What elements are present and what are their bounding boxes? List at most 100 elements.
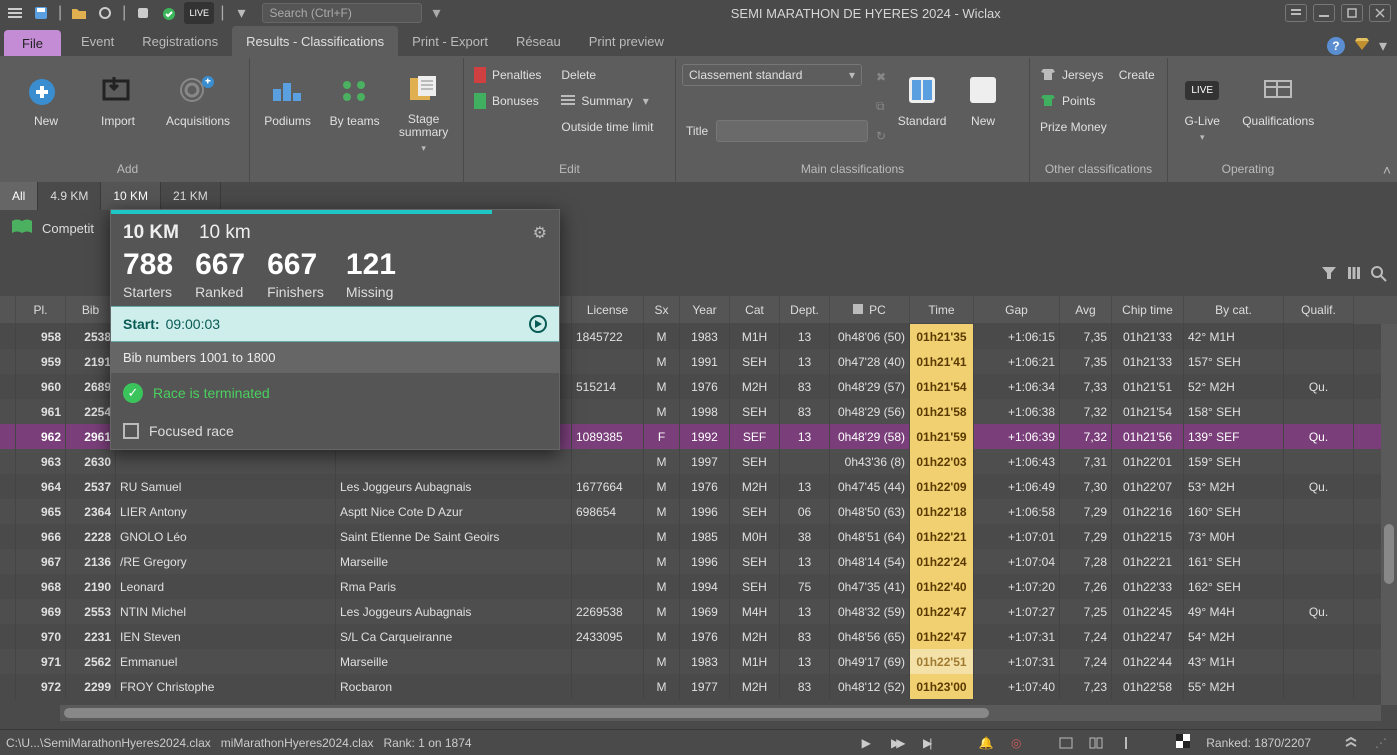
- horizontal-scrollbar[interactable]: [60, 705, 1381, 721]
- distance-tab-2[interactable]: 21 KM: [161, 182, 221, 210]
- open-folder-icon[interactable]: [68, 2, 90, 24]
- distance-tab-all[interactable]: All: [0, 182, 38, 210]
- close-button[interactable]: [1369, 4, 1391, 22]
- column-header[interactable]: Avg: [1060, 296, 1112, 324]
- stage-summary-button[interactable]: Stage summary ▾: [390, 62, 457, 154]
- chevron-down-icon[interactable]: ▾: [1379, 36, 1387, 56]
- chevron-down-icon[interactable]: ▾: [230, 2, 252, 24]
- columns-icon[interactable]: [1347, 266, 1361, 287]
- bell-icon[interactable]: 🔔: [976, 733, 996, 753]
- play-icon[interactable]: [529, 315, 547, 333]
- ffwd-icon[interactable]: ▶▶: [886, 733, 906, 753]
- standard-view-button[interactable]: Standard: [890, 62, 954, 154]
- skip-icon[interactable]: ▶|: [916, 733, 936, 753]
- jerseys-button[interactable]: Jerseys: [1036, 64, 1111, 86]
- import-button[interactable]: Import: [84, 62, 152, 154]
- table-row[interactable]: 9682190LeonardRma ParisM1994SEH750h47'35…: [0, 574, 1397, 599]
- focused-race-row[interactable]: Focused race: [111, 413, 559, 449]
- summary-button[interactable]: Summary ▾: [557, 90, 657, 112]
- tab-results[interactable]: Results - Classifications: [232, 26, 398, 56]
- splitter-icon[interactable]: [1116, 733, 1136, 753]
- table-row[interactable]: 9692553NTIN MichelLes Joggeurs Aubagnais…: [0, 599, 1397, 624]
- db-icon[interactable]: [132, 2, 154, 24]
- outside-time-button[interactable]: Outside time limit: [557, 116, 657, 138]
- column-header[interactable]: PC: [830, 296, 910, 324]
- tab-event[interactable]: Event: [67, 26, 128, 56]
- column-header[interactable]: Time: [910, 296, 974, 324]
- copy-classif-icon[interactable]: ⧉: [876, 99, 886, 114]
- glive-button[interactable]: LIVE G-Live ▾: [1174, 62, 1230, 154]
- penalties-button[interactable]: Penalties: [470, 64, 545, 86]
- column-header[interactable]: Gap: [974, 296, 1060, 324]
- refresh-classif-icon[interactable]: ↻: [876, 129, 886, 143]
- save-icon[interactable]: [30, 2, 52, 24]
- column-header[interactable]: By cat.: [1184, 296, 1284, 324]
- ribbon-collapse-icon[interactable]: ˄: [1383, 162, 1391, 178]
- podiums-button[interactable]: Podiums: [256, 62, 319, 154]
- cloud-sync-icon[interactable]: [158, 2, 180, 24]
- breadcrumb[interactable]: Competit: [42, 221, 94, 236]
- column-header[interactable]: Qualif.: [1284, 296, 1354, 324]
- acquisitions-button[interactable]: Acquisitions: [156, 62, 240, 154]
- play-icon[interactable]: ▶: [856, 733, 876, 753]
- table-row[interactable]: 9642537RU SamuelLes Joggeurs Aubagnais16…: [0, 474, 1397, 499]
- table-row[interactable]: 9712562EmmanuelMarseilleM1983M1H130h49'1…: [0, 649, 1397, 674]
- live-badge-icon[interactable]: LIVE: [184, 2, 214, 24]
- file-menu[interactable]: File: [4, 30, 61, 56]
- global-search-input[interactable]: Search (Ctrl+F): [262, 3, 422, 23]
- tab-print-preview[interactable]: Print preview: [575, 26, 678, 56]
- title-input[interactable]: [716, 120, 868, 142]
- start-time-row[interactable]: Start: 09:00:03: [111, 306, 559, 342]
- distance-tab-0[interactable]: 4.9 KM: [38, 182, 101, 210]
- delete-button[interactable]: Delete: [557, 64, 657, 86]
- qa-menu-icon[interactable]: [4, 2, 26, 24]
- help-icon[interactable]: ?: [1327, 37, 1345, 55]
- minimize-button[interactable]: [1313, 4, 1335, 22]
- filter-icon[interactable]: [1321, 266, 1337, 287]
- by-teams-button[interactable]: By teams: [323, 62, 386, 154]
- window-icon[interactable]: [1056, 733, 1076, 753]
- column-header[interactable]: Cat: [730, 296, 780, 324]
- column-header[interactable]: Sx: [644, 296, 680, 324]
- table-row[interactable]: 9722299FROY ChristopheRocbaronM1977M2H83…: [0, 674, 1397, 699]
- qualifications-button[interactable]: Qualifications: [1234, 62, 1322, 154]
- resize-grip-icon[interactable]: ⋰: [1371, 733, 1391, 753]
- file-path-2[interactable]: miMarathonHyeres2024.clax: [221, 736, 374, 750]
- column-header[interactable]: License: [572, 296, 644, 324]
- column-header[interactable]: Bib: [66, 296, 116, 324]
- window-collapse-ribbon[interactable]: [1285, 4, 1307, 22]
- tab-print-export[interactable]: Print - Export: [398, 26, 502, 56]
- target-icon[interactable]: ◎: [1006, 733, 1026, 753]
- delete-classif-icon[interactable]: ✖: [876, 70, 886, 84]
- column-header[interactable]: Pl.: [16, 296, 66, 324]
- tab-registrations[interactable]: Registrations: [128, 26, 232, 56]
- table-row[interactable]: 9652364LIER AntonyAsptt Nice Cote D Azur…: [0, 499, 1397, 524]
- distance-tab-1[interactable]: 10 KM: [101, 182, 161, 210]
- new-button[interactable]: New: [12, 62, 80, 154]
- vertical-scrollbar[interactable]: [1381, 324, 1397, 705]
- table-row[interactable]: 9672136/RE GregoryMarseilleM1996SEH130h4…: [0, 549, 1397, 574]
- table-row[interactable]: 9702231IEN StevenS/L Ca Carqueiranne2433…: [0, 624, 1397, 649]
- scroll-thumb[interactable]: [64, 708, 989, 718]
- search-grid-icon[interactable]: [1371, 266, 1387, 287]
- tab-reseau[interactable]: Réseau: [502, 26, 575, 56]
- file-path-1[interactable]: C:\U...\SemiMarathonHyeres2024.clax: [6, 736, 211, 750]
- prize-money-button[interactable]: Prize Money: [1036, 116, 1111, 138]
- column-header[interactable]: Dept.: [780, 296, 830, 324]
- search-dropdown-icon[interactable]: ▾: [426, 3, 446, 23]
- grid-icon[interactable]: [1086, 733, 1106, 753]
- scroll-thumb[interactable]: [1384, 524, 1394, 584]
- refresh-icon[interactable]: [94, 2, 116, 24]
- new-classif-button[interactable]: New: [958, 62, 1008, 154]
- column-header[interactable]: Chip time: [1112, 296, 1184, 324]
- maximize-button[interactable]: [1341, 4, 1363, 22]
- expand-up-icon[interactable]: [1341, 733, 1361, 753]
- create-classif-button[interactable]: Create: [1115, 64, 1159, 86]
- gear-icon[interactable]: ⚙: [533, 223, 547, 243]
- main-classification-select[interactable]: Classement standard ▾: [682, 64, 862, 86]
- table-row[interactable]: 9662228GNOLO LéoSaint Etienne De Saint G…: [0, 524, 1397, 549]
- bonuses-button[interactable]: Bonuses: [470, 90, 545, 112]
- checkbox[interactable]: [123, 423, 139, 439]
- points-button[interactable]: Points: [1036, 90, 1111, 112]
- table-row[interactable]: 9632630M1997SEH0h43'36 (8)01h22'03+1:06:…: [0, 449, 1397, 474]
